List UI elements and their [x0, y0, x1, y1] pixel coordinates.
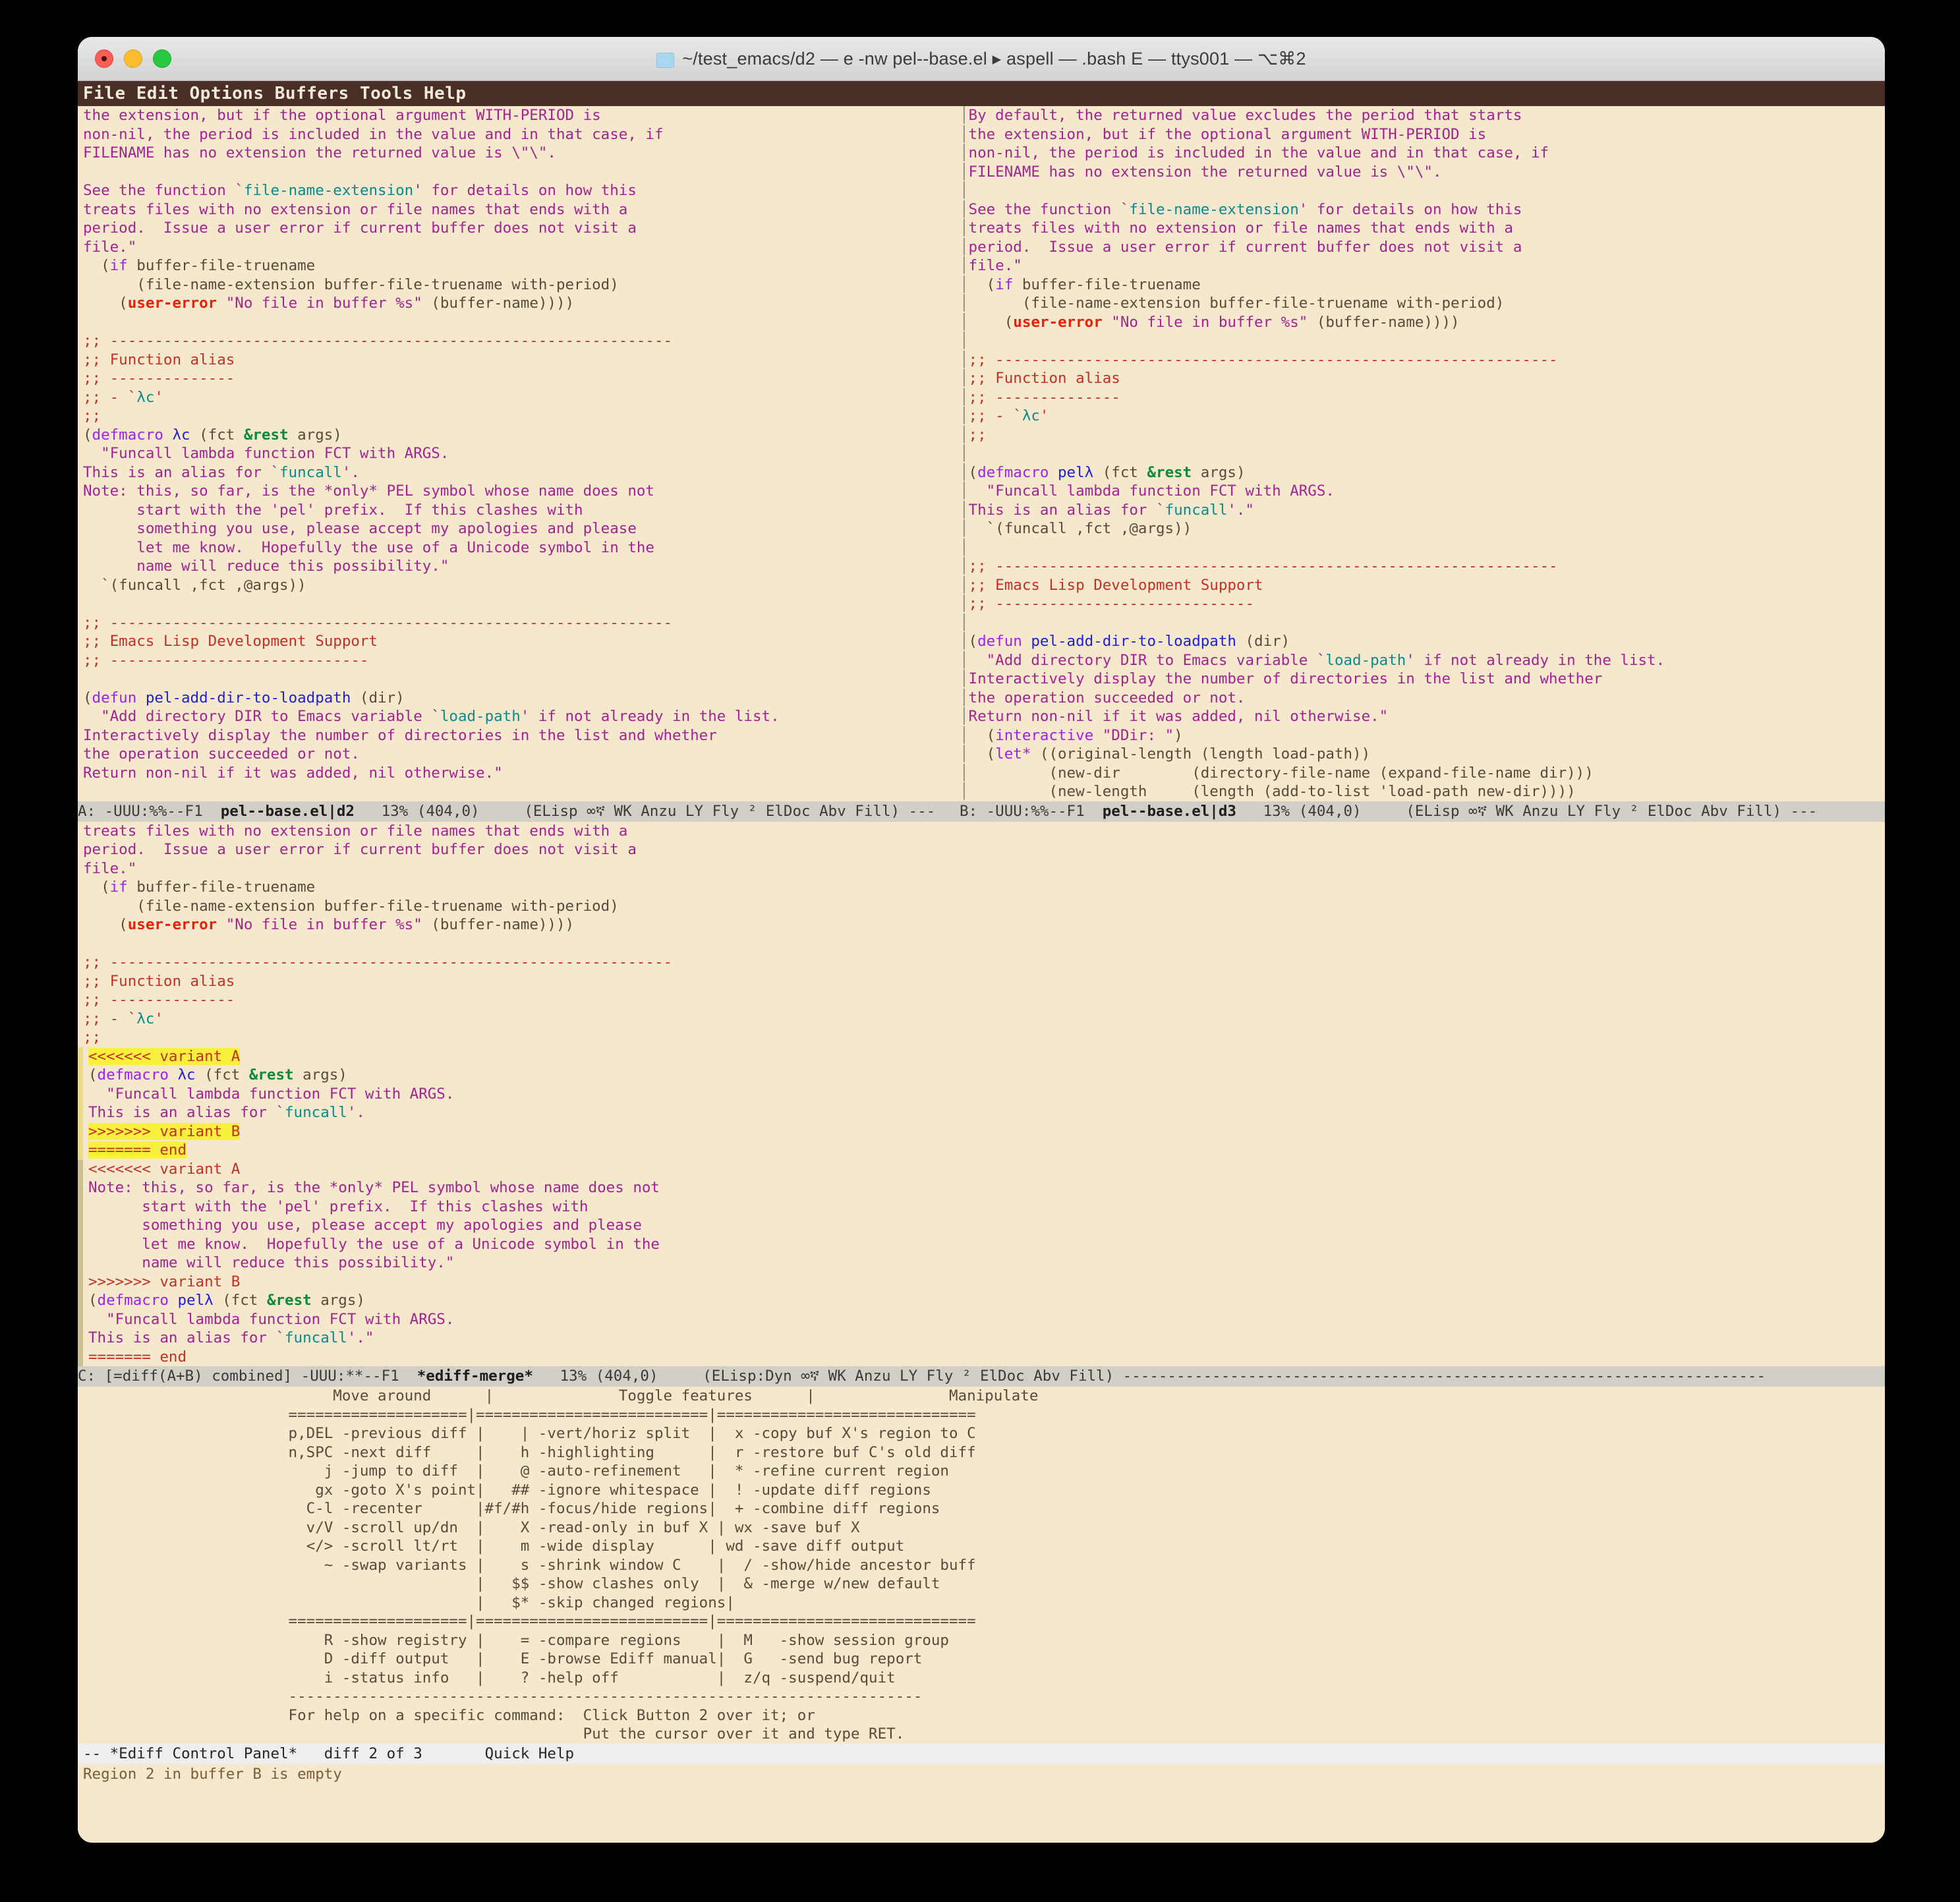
buffer-b-diff-empty-region[interactable]: │: [960, 444, 1885, 463]
zoom-button-icon[interactable]: [153, 49, 171, 68]
ediff-quick-help-table[interactable]: Move around | Toggle features | Manipula…: [78, 1387, 1885, 1744]
buffer-b-text[interactable]: │By default, the returned value excludes…: [960, 106, 1885, 444]
merge-buffer-modeline[interactable]: C: [=diff(A+B) combined] -UUU:**--F1 *ed…: [78, 1366, 1885, 1387]
merge-buffer-text-head[interactable]: treats files with no extension or file n…: [78, 821, 1885, 1047]
buffer-a-text-tail[interactable]: `(funcall ,fct ,@args)) ;; -------------…: [78, 575, 960, 782]
terminal-window: ~/test_emacs/d2 — e -nw pel--base.el ▸ a…: [78, 37, 1885, 1843]
buffer-b-modeline[interactable]: B: -UUU:%%--F1 pel--base.el|d3 13% (404,…: [960, 801, 1885, 822]
minibuffer-message: Region 2 in buffer B is empty: [78, 1764, 1885, 1784]
window-titlebar[interactable]: ~/test_emacs/d2 — e -nw pel--base.el ▸ a…: [78, 37, 1885, 81]
buffer-b-text-tail[interactable]: │ `(funcall ,fct ,@args)) │ │;; --------…: [960, 519, 1885, 801]
buffer-a-diff-other-region[interactable]: Note: this, so far, is the *only* PEL sy…: [78, 482, 960, 576]
buffer-b-modeline-prefix: B: -UUU:%%--F1: [960, 802, 1103, 820]
ediff-control-modeline[interactable]: -- *Ediff Control Panel* diff 2 of 3 Qui…: [78, 1743, 1885, 1764]
buffer-a-modeline[interactable]: A: -UUU:%%--F1 pel--base.el|d2 13% (404,…: [78, 801, 960, 822]
folder-icon: [656, 52, 675, 68]
buffer-a-modeline-prefix: A: -UUU:%%--F1: [78, 802, 221, 820]
merge-conflict-region-2[interactable]: <<<<<<< variant A Note: this, so far, is…: [78, 1159, 1885, 1366]
merge-buffer-c-pane[interactable]: treats files with no extension or file n…: [78, 821, 1885, 1366]
close-button-icon[interactable]: [95, 49, 113, 68]
merge-conflict-region-1[interactable]: <<<<<<< variant A (defmacro λc (fct &res…: [78, 1047, 1885, 1160]
traffic-light-group: [78, 49, 171, 68]
merge-modeline-prefix: C: [=diff(A+B) combined] -UUU:**--F1: [78, 1368, 417, 1385]
desktop-background: ~/test_emacs/d2 — e -nw pel--base.el ▸ a…: [0, 0, 1960, 1902]
merge-modeline-suffix: 13% (404,0) (ELisp:Dyn ∞ኛ WK Anzu LY Fly…: [533, 1368, 1766, 1385]
buffer-a-modeline-buffer: pel--base.el|d2: [220, 802, 355, 820]
ediff-control-panel[interactable]: Move around | Toggle features | Manipula…: [78, 1387, 1885, 1744]
emacs-frame: File Edit Options Buffers Tools Help the…: [78, 81, 1885, 1843]
emacs-menubar[interactable]: File Edit Options Buffers Tools Help: [78, 81, 1885, 106]
buffer-b-diff-other-region[interactable]: │(defmacro pelλ (fct &rest args) │ "Func…: [960, 463, 1885, 519]
buffer-a-modeline-suffix: 13% (404,0) (ELisp ∞ኛ WK Anzu LY Fly ² E…: [354, 802, 936, 820]
buffer-b-modeline-buffer: pel--base.el|d3: [1102, 802, 1236, 820]
buffer-a-diff-current-region[interactable]: (defmacro λc (fct &rest args) "Funcall l…: [78, 425, 960, 482]
merge-modeline-buffer: *ediff-merge*: [417, 1368, 533, 1385]
buffer-modelines-row: A: -UUU:%%--F1 pel--base.el|d2 13% (404,…: [78, 801, 1885, 822]
buffer-b-pane[interactable]: │By default, the returned value excludes…: [960, 106, 1885, 801]
buffer-a-pane[interactable]: the extension, but if the optional argum…: [78, 106, 960, 801]
buffer-b-modeline-suffix: 13% (404,0) (ELisp ∞ኛ WK Anzu LY Fly ² E…: [1236, 802, 1818, 820]
minimize-button-icon[interactable]: [124, 49, 142, 68]
buffer-split-row: the extension, but if the optional argum…: [78, 106, 1885, 801]
window-title: ~/test_emacs/d2 — e -nw pel--base.el ▸ a…: [78, 49, 1885, 69]
buffer-a-text[interactable]: the extension, but if the optional argum…: [78, 106, 960, 426]
window-title-text: ~/test_emacs/d2 — e -nw pel--base.el ▸ a…: [682, 48, 1306, 69]
